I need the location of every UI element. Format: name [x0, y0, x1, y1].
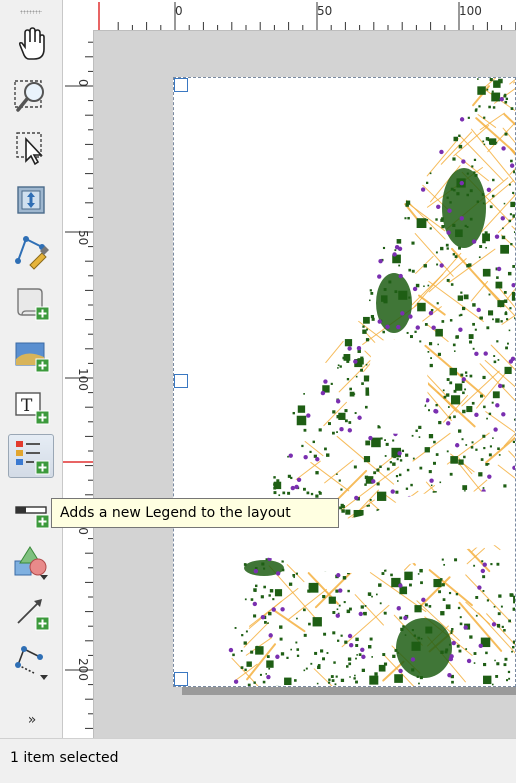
- hruler-label-0: 0: [175, 4, 183, 18]
- status-text: 1 item selected: [10, 750, 119, 766]
- layout-toolbox: T: [0, 0, 63, 738]
- selection-handle[interactable]: [174, 672, 188, 686]
- vruler-label-200: 200: [76, 658, 90, 681]
- vruler-label-0: 0: [76, 79, 90, 87]
- zoom-tool-button[interactable]: [8, 73, 54, 117]
- more-tools-chevron-icon[interactable]: »: [20, 710, 44, 730]
- toolbar-grip[interactable]: [20, 10, 42, 14]
- layout-page[interactable]: [173, 77, 516, 687]
- horizontal-ruler[interactable]: 0 50 100: [63, 0, 516, 31]
- legend-tooltip: Adds a new Legend to the layout: [51, 498, 339, 528]
- pan-icon: [12, 25, 50, 63]
- svg-text:T: T: [21, 396, 33, 416]
- add-map-icon: [12, 283, 50, 321]
- layout-canvas[interactable]: [94, 31, 516, 738]
- move-item-content-button[interactable]: [8, 176, 54, 220]
- add-scalebar-icon: [12, 491, 50, 529]
- edit-nodes-button[interactable]: [8, 228, 54, 272]
- vruler-label-50: 50: [76, 230, 90, 245]
- move-item-content-icon: [12, 179, 50, 217]
- add-legend-icon: [12, 437, 50, 475]
- add-picture-icon: [12, 335, 50, 373]
- add-map-button[interactable]: [8, 280, 54, 324]
- add-shape-icon: [12, 543, 50, 581]
- add-node-item-icon: [12, 643, 50, 681]
- hruler-label-50: 50: [317, 4, 332, 18]
- selection-handle[interactable]: [174, 78, 188, 92]
- water-body: [369, 340, 428, 434]
- vertical-ruler[interactable]: 0 50 100 150 200: [63, 30, 94, 738]
- pan-tool-button[interactable]: [8, 22, 54, 66]
- add-picture-button[interactable]: [8, 332, 54, 376]
- add-label-icon: T: [12, 387, 50, 425]
- vruler-label-100: 100: [76, 368, 90, 391]
- add-shape-button[interactable]: [8, 540, 54, 584]
- status-bar: 1 item selected: [0, 738, 516, 783]
- add-node-item-button[interactable]: [8, 640, 54, 684]
- zoom-icon: [12, 76, 50, 114]
- map-item[interactable]: [174, 78, 516, 687]
- add-legend-button[interactable]: [8, 434, 54, 478]
- add-scalebar-button[interactable]: [8, 488, 54, 532]
- edit-nodes-icon: [12, 231, 50, 269]
- add-label-button[interactable]: T: [8, 384, 54, 428]
- add-arrow-button[interactable]: [8, 590, 54, 634]
- add-arrow-icon: [12, 593, 50, 631]
- hruler-label-100: 100: [459, 4, 482, 18]
- select-move-tool-button[interactable]: [8, 126, 54, 170]
- selection-handle[interactable]: [174, 374, 188, 388]
- select-move-icon: [12, 129, 50, 167]
